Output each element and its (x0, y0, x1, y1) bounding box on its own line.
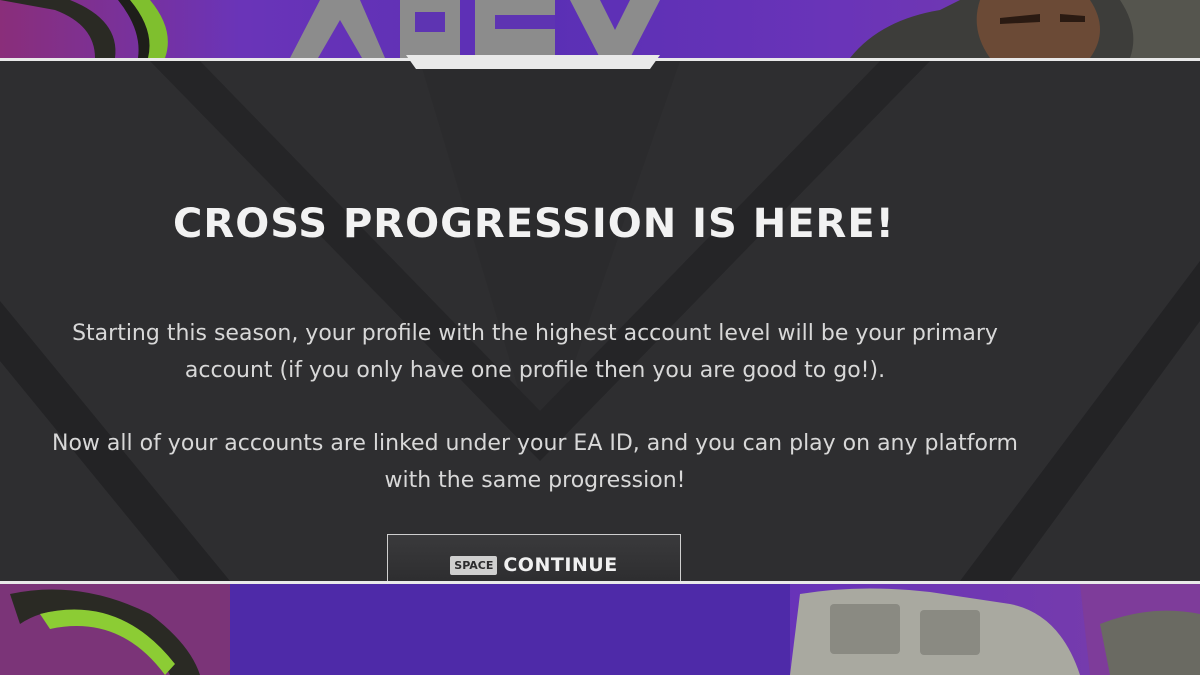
screen: CROSS PROGRESSION IS HERE! Starting this… (0, 0, 1200, 675)
background-artwork-bottom (0, 584, 1200, 675)
modal-title: CROSS PROGRESSION IS HERE! (173, 201, 895, 247)
cross-progression-modal: CROSS PROGRESSION IS HERE! Starting this… (0, 58, 1200, 584)
background-art-bottom (0, 584, 1200, 675)
continue-label: CONTINUE (503, 554, 618, 576)
panel-notch (406, 55, 660, 69)
space-key-hint: SPACE (450, 555, 498, 575)
background-art-top (0, 0, 1200, 58)
continue-button[interactable]: SPACE CONTINUE (387, 534, 681, 581)
description-paragraph: Starting this season, your profile with … (72, 321, 998, 383)
background-artwork-top (0, 0, 1200, 58)
description-paragraph: Now all of your accounts are linked unde… (52, 431, 1018, 493)
